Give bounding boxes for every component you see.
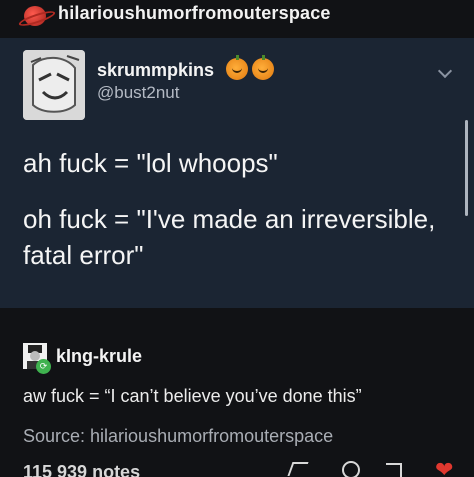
post-username[interactable]: skrummpkins bbox=[97, 60, 214, 81]
post-text-line-1: ah fuck = "lol whoops" bbox=[23, 148, 278, 178]
header-blog-name[interactable]: hilarioushumorfromouterspace bbox=[58, 3, 331, 24]
reblog-icon: ⟳ bbox=[36, 359, 51, 374]
share-icon[interactable] bbox=[287, 462, 309, 476]
blog-header: hilarioushumorfromouterspace bbox=[0, 0, 474, 34]
scrollbar[interactable] bbox=[465, 120, 468, 216]
planet-icon[interactable] bbox=[24, 6, 46, 26]
badge-group bbox=[226, 55, 274, 80]
reblog-section: ⟳ kIng-krule aw fuck = “I can’t believe … bbox=[0, 308, 474, 477]
avatar[interactable] bbox=[23, 50, 85, 120]
post-actions: ❤ bbox=[287, 458, 460, 477]
pumpkin-icon bbox=[226, 55, 248, 80]
heart-icon[interactable]: ❤ bbox=[435, 459, 453, 477]
reblog-icon[interactable] bbox=[386, 463, 402, 477]
post-text-line-2: oh fuck = "I've made an irreversible, fa… bbox=[23, 204, 436, 270]
reblog-username[interactable]: kIng-krule bbox=[56, 346, 142, 367]
post-handle[interactable]: @bust2nut bbox=[97, 83, 179, 103]
source-link[interactable]: Source: hilarioushumorfromouterspace bbox=[23, 426, 333, 447]
pumpkin-icon bbox=[252, 55, 274, 80]
notes-count[interactable]: 115 939 notes bbox=[23, 462, 140, 477]
reblog-comment: aw fuck = “I can’t believe you’ve done t… bbox=[23, 386, 362, 406]
reply-icon[interactable] bbox=[342, 461, 360, 477]
post-card: skrummpkins @bust2nut ah fuck = "lol who… bbox=[0, 38, 474, 308]
chevron-down-icon[interactable] bbox=[437, 63, 453, 79]
